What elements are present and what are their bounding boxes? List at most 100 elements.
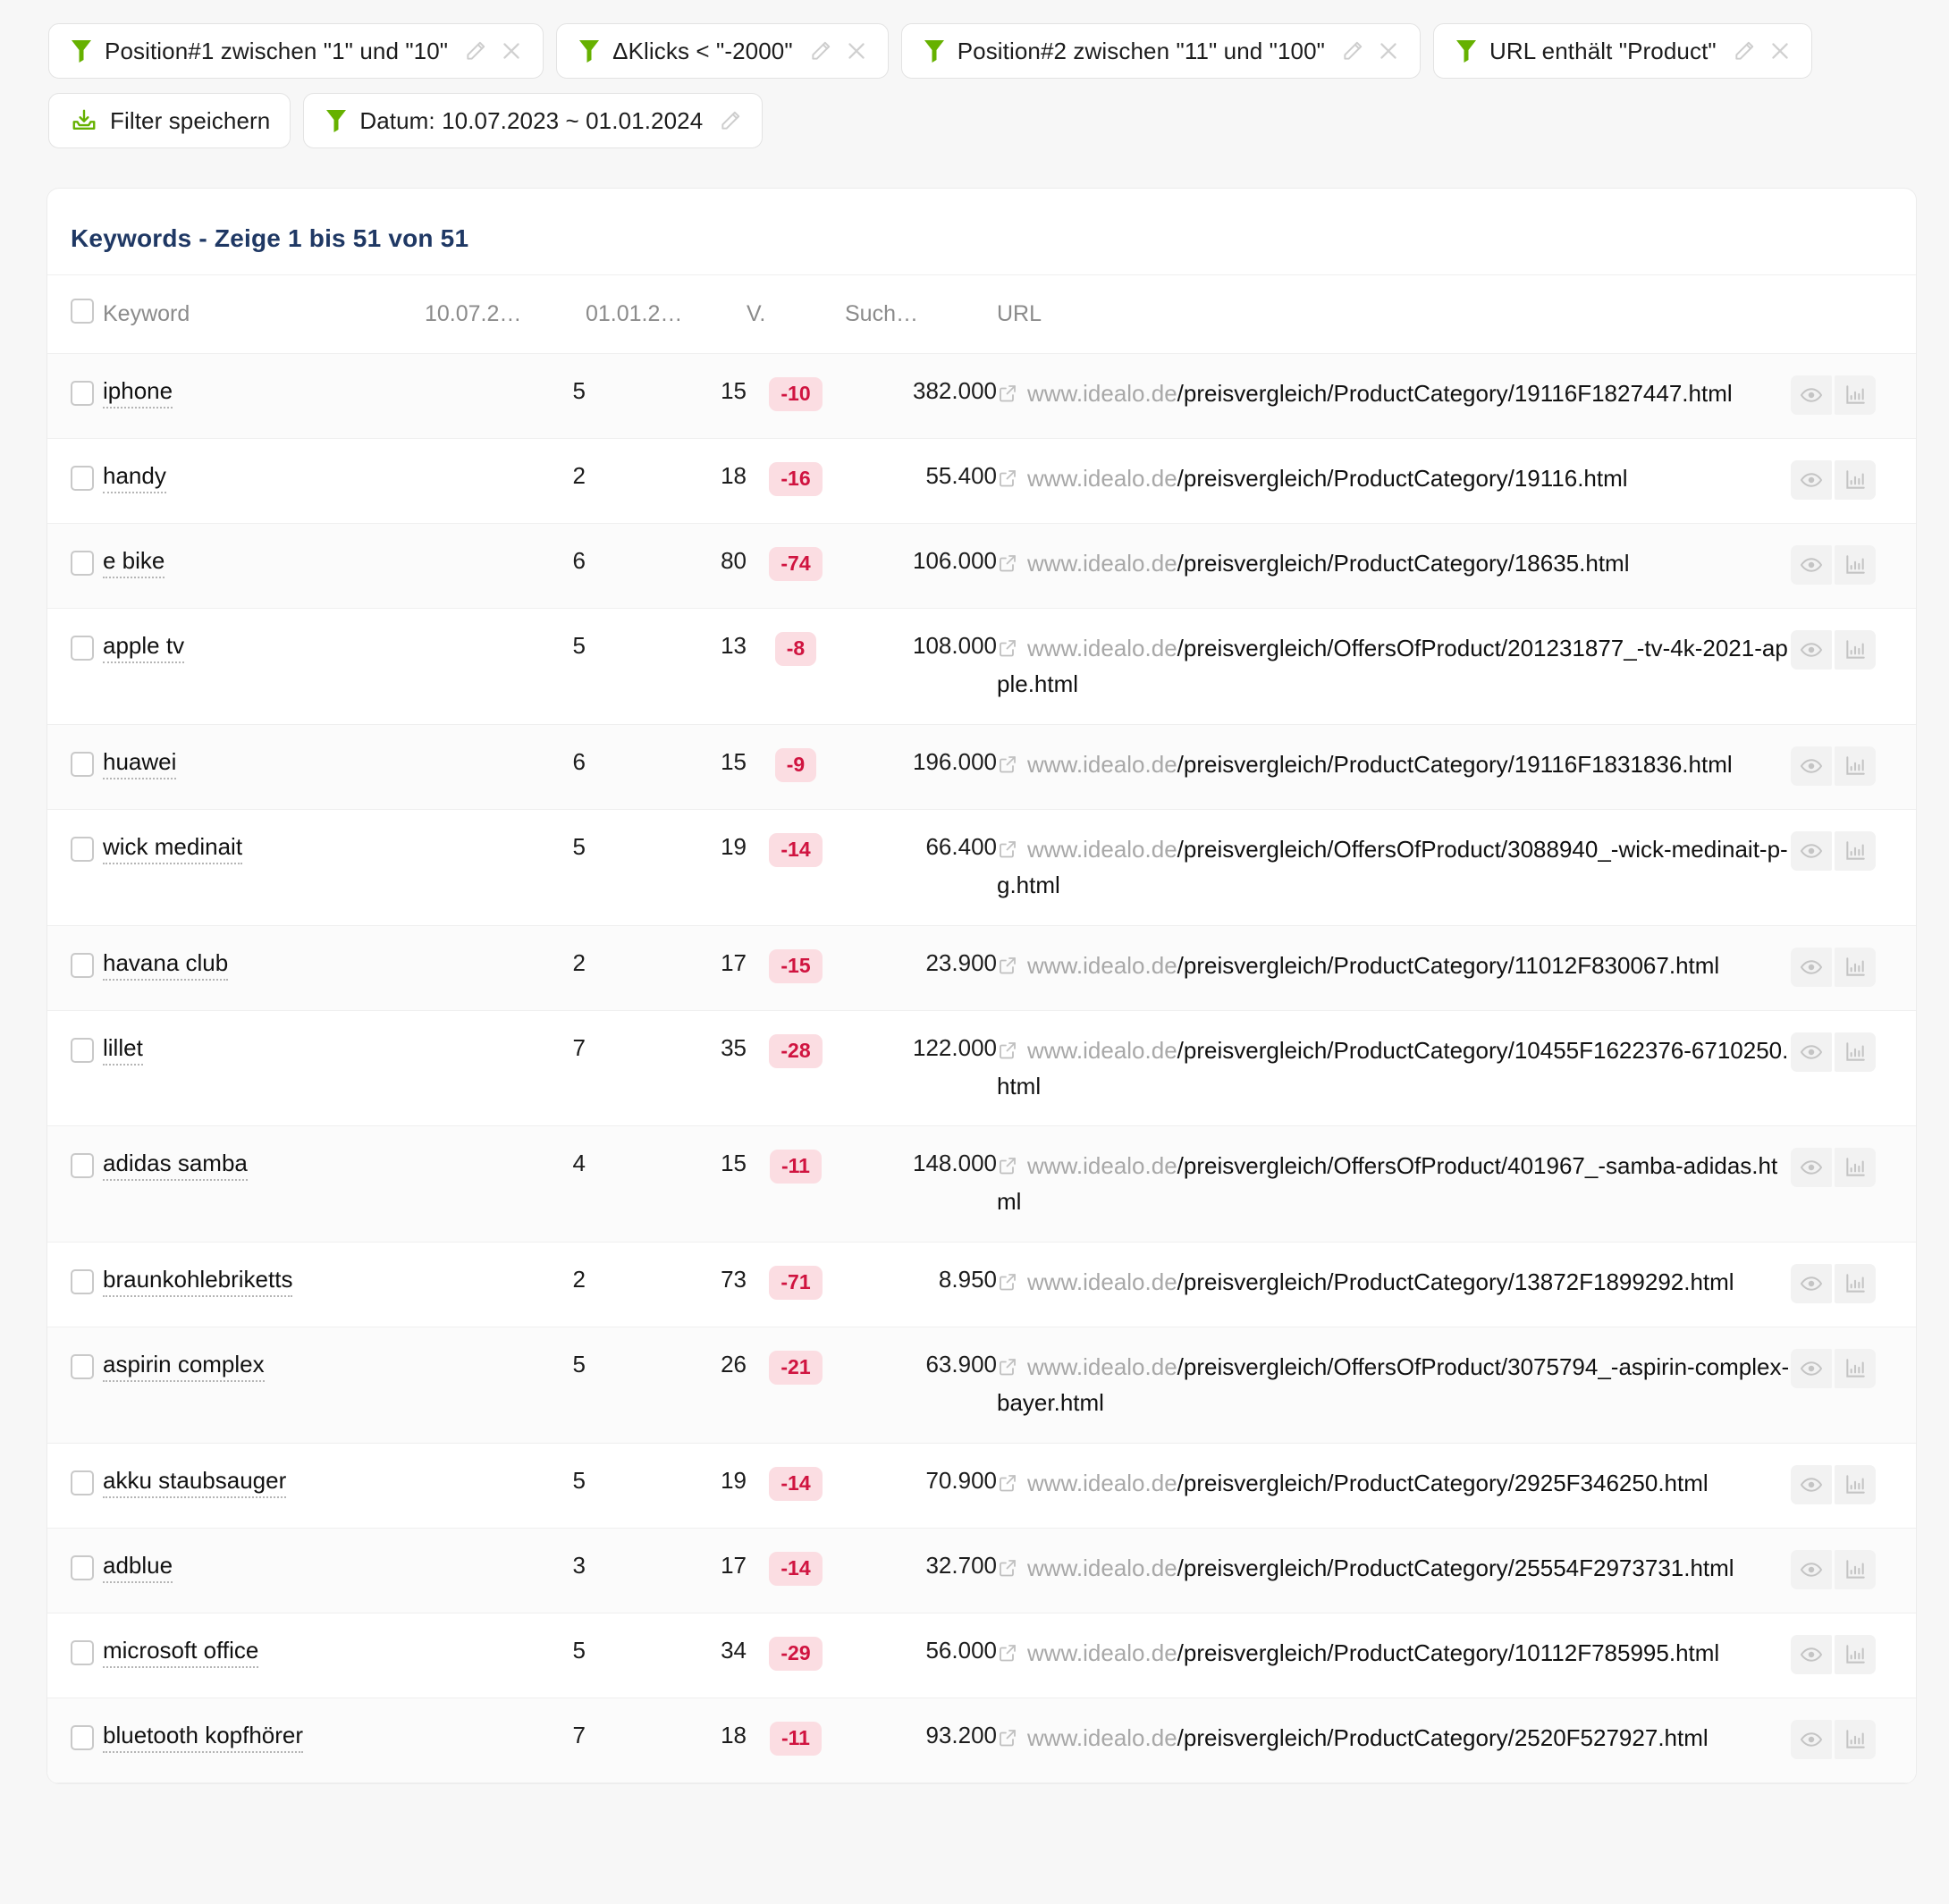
chart-button[interactable] (1835, 375, 1876, 415)
row-checkbox[interactable] (71, 1640, 94, 1666)
preview-button[interactable] (1791, 1148, 1832, 1188)
keyword-label[interactable]: handy (103, 462, 166, 493)
filter-chip-5[interactable]: Datum: 10.07.2023 ~ 01.01.2024 (303, 93, 764, 148)
column-header-url[interactable]: URL (997, 274, 1791, 354)
remove-filter-icon[interactable] (1377, 39, 1400, 63)
keyword-label[interactable]: adidas samba (103, 1150, 248, 1182)
table-row[interactable]: adidas samba 4 15 -11 148.000 www.idealo.de/p… (47, 1125, 1916, 1243)
preview-button[interactable] (1791, 1465, 1832, 1505)
column-header-date1[interactable]: 10.07.2… (425, 274, 586, 354)
preview-button[interactable] (1791, 1550, 1832, 1590)
chart-button[interactable] (1835, 460, 1876, 500)
keyword-label[interactable]: bluetooth kopfhörer (103, 1722, 304, 1754)
edit-filter-icon[interactable] (464, 39, 487, 63)
row-checkbox[interactable] (71, 381, 94, 406)
edit-filter-icon[interactable] (809, 39, 832, 63)
keyword-label[interactable]: huawei (103, 747, 177, 779)
preview-button[interactable] (1791, 1032, 1832, 1072)
remove-filter-icon[interactable] (500, 39, 523, 63)
url-cell[interactable]: www.idealo.de/preisvergleich/ProductCate… (997, 354, 1791, 439)
row-checkbox[interactable] (71, 952, 94, 978)
filter-chip-2[interactable]: Position#2 zwischen "11" und "100" (900, 23, 1422, 79)
column-header-keyword[interactable]: Keyword (103, 274, 425, 354)
url-cell[interactable]: www.idealo.de/preisvergleich/ProductCate… (997, 1698, 1791, 1783)
url-cell[interactable]: www.idealo.de/preisvergleich/ProductCate… (997, 1444, 1791, 1529)
preview-button[interactable] (1791, 947, 1832, 987)
preview-button[interactable] (1791, 1720, 1832, 1760)
row-checkbox[interactable] (71, 1037, 94, 1063)
chart-button[interactable] (1835, 746, 1876, 786)
chart-button[interactable] (1835, 1148, 1876, 1188)
url-cell[interactable]: www.idealo.de/preisvergleich/OffersOfPro… (997, 809, 1791, 925)
keyword-label[interactable]: braunkohlebriketts (103, 1266, 293, 1298)
url-cell[interactable]: www.idealo.de/preisvergleich/OffersOfPro… (997, 1126, 1791, 1243)
chart-button[interactable] (1835, 1349, 1876, 1389)
preview-button[interactable] (1791, 1349, 1832, 1389)
edit-filter-icon[interactable] (719, 109, 742, 132)
table-row[interactable]: e bike 6 80 -74 106.000 www.idealo.de/preisve… (47, 523, 1916, 609)
row-checkbox[interactable] (71, 636, 94, 661)
keyword-label[interactable]: iphone (103, 377, 173, 409)
row-checkbox[interactable] (71, 1153, 94, 1179)
row-checkbox[interactable] (71, 1470, 94, 1496)
edit-filter-icon[interactable] (1733, 39, 1756, 63)
url-cell[interactable]: www.idealo.de/preisvergleich/OffersOfPro… (997, 609, 1791, 725)
row-checkbox[interactable] (71, 836, 94, 862)
table-row[interactable]: lillet 7 35 -28 122.000 www.idealo.de/preisve… (47, 1010, 1916, 1126)
row-checkbox[interactable] (71, 751, 94, 777)
url-cell[interactable]: www.idealo.de/preisvergleich/ProductCate… (997, 524, 1791, 609)
table-row[interactable]: iphone 5 15 -10 382.000 www.idealo.de/preisve… (47, 353, 1916, 439)
chart-button[interactable] (1835, 630, 1876, 670)
preview-button[interactable] (1791, 630, 1832, 670)
keyword-label[interactable]: microsoft office (103, 1637, 259, 1669)
row-checkbox[interactable] (71, 1725, 94, 1751)
table-row[interactable]: apple tv 5 13 -8 108.000 www.idealo.de/preisv… (47, 608, 1916, 725)
table-row[interactable]: wick medinait 5 19 -14 66.400 www.idealo.de/p… (47, 809, 1916, 926)
url-cell[interactable]: www.idealo.de/preisvergleich/ProductCate… (997, 1010, 1791, 1126)
table-row[interactable]: akku staubsauger 5 19 -14 70.900 www.idealo.d… (47, 1443, 1916, 1529)
preview-button[interactable] (1791, 545, 1832, 585)
row-checkbox[interactable] (71, 1354, 94, 1380)
preview-button[interactable] (1791, 830, 1832, 871)
row-checkbox[interactable] (71, 1555, 94, 1581)
preview-button[interactable] (1791, 1635, 1832, 1675)
table-row[interactable]: havana club 2 17 -15 23.900 www.idealo.de/pre… (47, 925, 1916, 1011)
keyword-label[interactable]: adblue (103, 1552, 173, 1584)
column-header-delta[interactable]: V. (747, 274, 845, 354)
keyword-label[interactable]: havana club (103, 948, 229, 981)
preview-button[interactable] (1791, 460, 1832, 500)
chart-button[interactable] (1835, 1720, 1876, 1760)
url-cell[interactable]: www.idealo.de/preisvergleich/ProductCate… (997, 925, 1791, 1010)
column-header-date2[interactable]: 01.01.2… (586, 274, 747, 354)
table-row[interactable]: adblue 3 17 -14 32.700 www.idealo.de/preisver… (47, 1528, 1916, 1613)
preview-button[interactable] (1791, 375, 1832, 415)
url-cell[interactable]: www.idealo.de/preisvergleich/ProductCate… (997, 724, 1791, 809)
table-row[interactable]: huawei 6 15 -9 196.000 www.idealo.de/preisver… (47, 724, 1916, 810)
keyword-label[interactable]: aspirin complex (103, 1351, 265, 1383)
remove-filter-icon[interactable] (845, 39, 868, 63)
keyword-label[interactable]: apple tv (103, 632, 185, 663)
filter-chip-0[interactable]: Position#1 zwischen "1" und "10" (48, 23, 544, 79)
url-cell[interactable]: www.idealo.de/preisvergleich/ProductCate… (997, 1529, 1791, 1613)
chart-button[interactable] (1835, 1264, 1876, 1304)
preview-button[interactable] (1791, 1264, 1832, 1304)
chart-button[interactable] (1835, 1032, 1876, 1072)
preview-button[interactable] (1791, 746, 1832, 786)
url-cell[interactable]: www.idealo.de/preisvergleich/ProductCate… (997, 1243, 1791, 1327)
row-checkbox[interactable] (71, 551, 94, 576)
chart-button[interactable] (1835, 1465, 1876, 1505)
filter-chip-1[interactable]: ΔKlicks < "-2000" (556, 23, 889, 79)
url-cell[interactable]: www.idealo.de/preisvergleich/ProductCate… (997, 1613, 1791, 1698)
filter-chip-4[interactable]: Filter speichern (48, 93, 291, 148)
table-row[interactable]: aspirin complex 5 26 -21 63.900 www.idealo.de… (47, 1327, 1916, 1444)
chart-button[interactable] (1835, 1550, 1876, 1590)
table-row[interactable]: braunkohlebriketts 2 73 -71 8.950 www.idealo.… (47, 1242, 1916, 1327)
select-all-checkbox[interactable] (71, 299, 94, 324)
edit-filter-icon[interactable] (1341, 39, 1364, 63)
remove-filter-icon[interactable] (1768, 39, 1792, 63)
keyword-label[interactable]: lillet (103, 1033, 143, 1066)
chart-button[interactable] (1835, 947, 1876, 987)
row-checkbox[interactable] (71, 466, 94, 491)
filter-chip-3[interactable]: URL enthält "Product" (1433, 23, 1812, 79)
table-row[interactable]: bluetooth kopfhörer 7 18 -11 93.200 www.ideal… (47, 1698, 1916, 1783)
